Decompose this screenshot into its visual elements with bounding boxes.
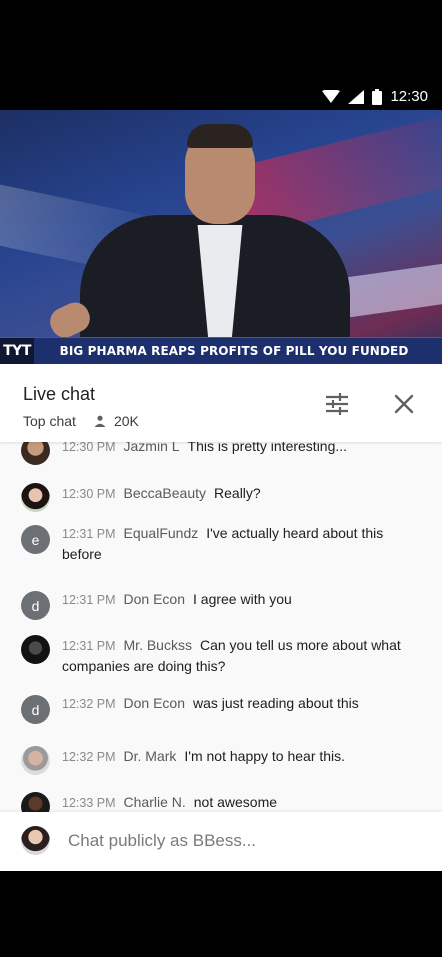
status-icons: 12:30 [322,88,428,105]
chat-title: Live chat [23,384,96,404]
chat-author[interactable]: Dr. Mark [124,748,177,764]
chat-header: Live chat Top chat 20K [0,364,442,442]
status-time: 12:30 [390,88,428,105]
status-bar: 12:30 [0,0,442,110]
chat-message[interactable]: d 12:31 PM Don Econ I agree with you [0,589,442,620]
chat-author[interactable]: Don Econ [124,591,185,607]
user-avatar[interactable]: e [21,525,50,554]
chat-author[interactable]: Don Econ [124,695,185,711]
live-chat-panel: Live chat Top chat 20K 12:30 PM Jazmin L… [0,364,442,871]
video-player[interactable]: TYT BIG PHARMA REAPS PROFITS OF PILL YOU… [0,110,442,364]
chat-message[interactable]: 12:32 PM Dr. Mark I'm not happy to hear th… [0,746,442,775]
person-icon [94,415,106,427]
chat-mode-row: Top chat 20K [23,413,139,429]
viewer-count-value: 20K [113,413,139,429]
viewer-count: 20K [94,413,139,429]
user-avatar[interactable] [21,792,50,812]
navigation-area [0,871,442,957]
battery-icon [372,88,383,105]
chat-author[interactable]: Charlie N. [124,794,186,810]
user-avatar[interactable] [21,635,50,664]
chat-message[interactable]: e 12:31 PM EqualFundz I've actually heard … [0,523,442,564]
chat-message[interactable]: 12:33 PM Charlie N. not awesome [0,792,442,812]
user-avatar[interactable] [21,442,50,465]
own-avatar[interactable] [21,826,50,855]
news-lower-third: TYT BIG PHARMA REAPS PROFITS OF PILL YOU… [0,337,442,364]
chat-message[interactable]: 12:30 PM BeccaBeauty Really? [0,483,442,512]
chat-message-list[interactable]: 12:30 PM Jazmin L This is pretty interesti… [0,442,442,812]
user-avatar[interactable] [21,746,50,775]
chat-author[interactable]: BeccaBeauty [124,485,207,501]
user-avatar[interactable] [21,483,50,512]
anchor-hair [187,124,253,148]
chat-mode-dropdown[interactable]: Top chat [23,413,76,429]
filter-sliders-icon [326,393,348,415]
chat-author[interactable]: Jazmin L [124,442,180,454]
channel-logo: TYT [0,337,34,364]
chat-input[interactable] [68,826,408,856]
news-headline: BIG PHARMA REAPS PROFITS OF PILL YOU FUN… [59,344,409,358]
user-avatar[interactable]: d [21,591,50,620]
chat-message[interactable]: 12:30 PM Jazmin L This is pretty interesti… [0,442,442,465]
close-button[interactable] [391,391,417,417]
close-icon [394,394,414,414]
user-avatar[interactable]: d [21,695,50,724]
wifi-icon [322,89,341,103]
chat-message[interactable]: 12:31 PM Mr. Buckss Can you tell us more a… [0,635,442,676]
chat-author[interactable]: EqualFundz [124,525,199,541]
chat-input-bar [0,812,442,871]
filter-button[interactable] [324,391,350,417]
chat-author[interactable]: Mr. Buckss [124,637,192,653]
signal-icon [348,89,365,104]
chat-message[interactable]: d 12:32 PM Don Econ was just reading about… [0,693,442,724]
